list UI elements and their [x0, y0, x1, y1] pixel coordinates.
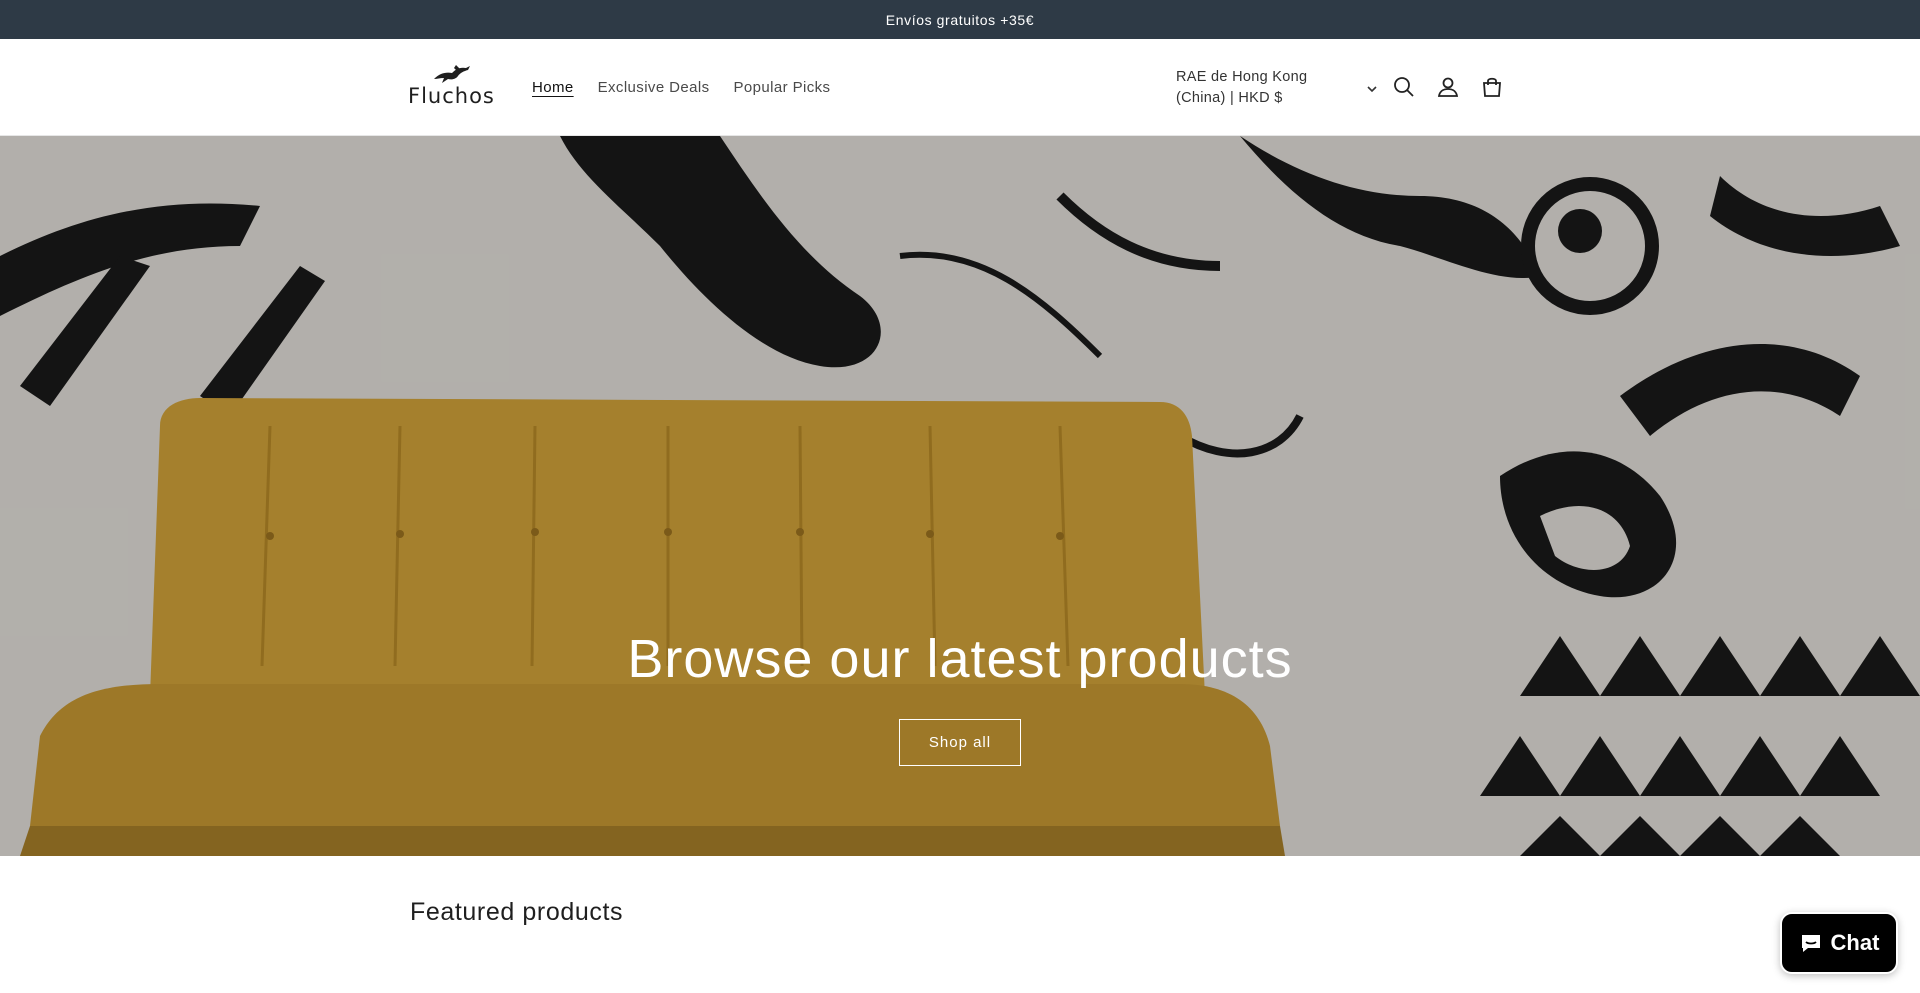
country-currency-label: RAE de Hong Kong (China) | HKD $ — [1176, 69, 1308, 106]
cart-button[interactable] — [1478, 73, 1506, 101]
search-button[interactable] — [1390, 73, 1418, 101]
nav-link-popular-picks[interactable]: Popular Picks — [734, 79, 831, 96]
logo-wordmark: Fluchos — [408, 84, 495, 108]
account-button[interactable] — [1434, 73, 1462, 101]
chat-label: Chat — [1830, 930, 1880, 955]
account-icon — [1437, 77, 1459, 97]
nav-link-home[interactable]: Home — [532, 79, 574, 96]
shop-all-button[interactable]: Shop all — [899, 719, 1021, 766]
cart-icon — [1483, 77, 1501, 97]
hero-heading: Browse our latest products — [627, 629, 1293, 689]
nav-link-exclusive-deals[interactable]: Exclusive Deals — [598, 79, 710, 96]
chat-button[interactable]: Chat — [1780, 912, 1898, 974]
chat-bubble-icon — [1801, 935, 1820, 952]
site-header: Fluchos Home Exclusive Deals Popular Pic… — [0, 39, 1920, 136]
chevron-down-icon — [1367, 86, 1377, 93]
announcement-bar: Envíos gratuitos +35€ — [0, 0, 1920, 39]
main-nav: Home Exclusive Deals Popular Picks — [520, 39, 842, 136]
hero-banner: Browse our latest products Shop all — [0, 136, 1920, 856]
announcement-text: Envíos gratuitos +35€ — [885, 11, 1035, 28]
featured-products-title: Featured products — [410, 898, 624, 926]
horse-rider-logo-icon — [434, 65, 470, 83]
store-logo[interactable]: Fluchos — [408, 63, 495, 111]
country-currency-selector[interactable]: RAE de Hong Kong (China) | HKD $ — [1164, 67, 1380, 111]
search-icon — [1394, 77, 1414, 97]
